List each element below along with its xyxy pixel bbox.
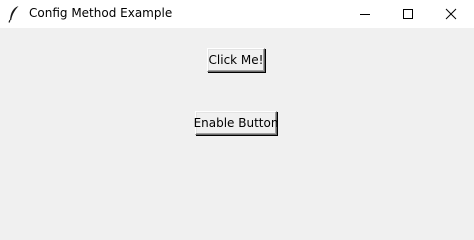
close-button[interactable] [428, 0, 474, 28]
enable-button[interactable]: Enable Button [193, 111, 279, 135]
window-content: Click Me! Enable Button [0, 28, 474, 240]
enable-button-label: Enable Button [193, 116, 279, 130]
minimize-button[interactable] [342, 0, 388, 28]
window-title: Config Method Example [29, 6, 173, 20]
close-icon [445, 8, 457, 20]
maximize-button[interactable] [385, 0, 431, 28]
title-bar[interactable]: Config Method Example [0, 0, 474, 28]
click-me-button[interactable]: Click Me! [207, 48, 265, 72]
feather-icon [7, 5, 21, 23]
app-window: Config Method Example Click Me! Enable B… [0, 0, 474, 240]
maximize-icon [402, 8, 414, 20]
click-me-button-label: Click Me! [208, 53, 264, 67]
minimize-icon [359, 8, 371, 20]
